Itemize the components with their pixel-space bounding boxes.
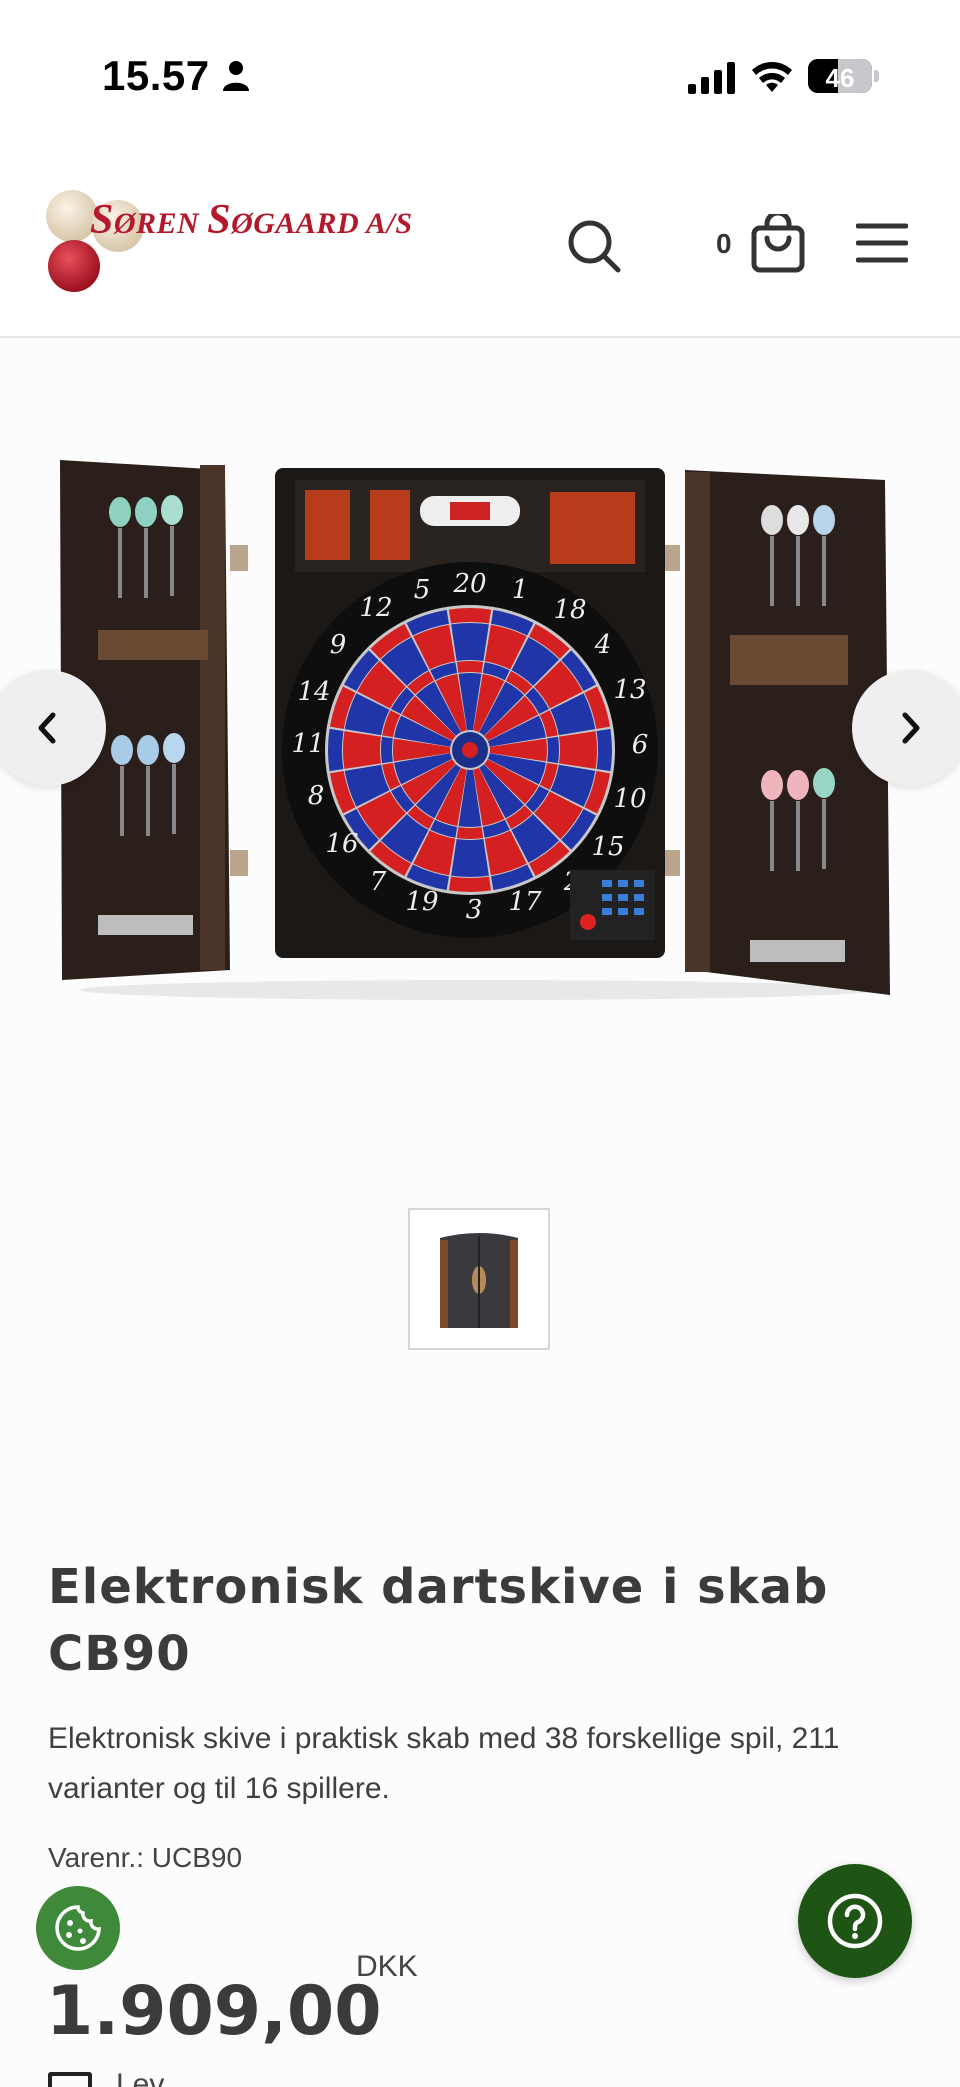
dartboard-segment xyxy=(559,731,598,769)
battery-tip xyxy=(874,70,879,82)
svg-text:17: 17 xyxy=(508,887,542,917)
gallery-next-button[interactable] xyxy=(852,670,960,786)
gallery-thumbnail[interactable] xyxy=(408,1208,550,1350)
product-sku: Varenr.: UCB90 xyxy=(48,1842,243,1873)
svg-text:12: 12 xyxy=(359,593,392,623)
product-price: 1.909,00 xyxy=(46,1972,382,2051)
person-icon xyxy=(223,61,249,91)
svg-text:13: 13 xyxy=(613,675,646,705)
dartboard-segment xyxy=(380,736,393,764)
product-title: Elektronisk dartskive i skab CB90 xyxy=(48,1559,829,1682)
cart-count[interactable]: 0 xyxy=(716,228,732,260)
svg-text:3: 3 xyxy=(466,895,483,925)
dartboard-segment xyxy=(448,608,492,624)
svg-text:7: 7 xyxy=(370,867,387,897)
dartboard-segment xyxy=(448,876,492,892)
dartboard-segment xyxy=(547,736,559,764)
svg-text:19: 19 xyxy=(405,887,438,917)
svg-text:4: 4 xyxy=(594,630,612,660)
svg-text:15: 15 xyxy=(591,832,624,862)
dartboard-segment xyxy=(451,839,489,877)
product-description: Elektronisk skive i praktisk skab med 38… xyxy=(48,1722,840,1805)
svg-text:14: 14 xyxy=(297,677,330,707)
dartboard-segment xyxy=(343,731,381,769)
chevron-right-icon xyxy=(902,712,920,744)
cookie-settings-button[interactable] xyxy=(36,1886,120,1970)
svg-text:6: 6 xyxy=(632,730,649,760)
svg-text:1: 1 xyxy=(512,575,529,605)
svg-text:5: 5 xyxy=(414,575,431,605)
svg-text:20: 20 xyxy=(452,569,486,599)
chevron-left-icon xyxy=(38,712,56,744)
menu-icon[interactable] xyxy=(856,220,908,266)
site-header: SØREN SØGAARD A/S 0 xyxy=(0,140,960,338)
svg-text:9: 9 xyxy=(330,630,347,660)
logo[interactable]: SØREN SØGAARD A/S xyxy=(44,182,434,300)
svg-text:18: 18 xyxy=(553,595,586,625)
help-icon xyxy=(827,1893,883,1949)
dartboard-segment xyxy=(596,728,612,772)
svg-text:10: 10 xyxy=(613,784,646,814)
svg-text:11: 11 xyxy=(291,729,324,759)
cellular-signal-icon xyxy=(688,62,735,94)
thumbnail-image xyxy=(440,1233,518,1328)
dartboard-segment xyxy=(451,623,489,661)
search-icon[interactable] xyxy=(566,218,622,274)
svg-text:16: 16 xyxy=(325,829,358,859)
help-button[interactable] xyxy=(798,1864,912,1978)
cart-icon[interactable] xyxy=(750,214,806,274)
status-bar: 15.57 46 xyxy=(0,0,960,140)
shipping-info: Lev... xyxy=(116,2068,188,2087)
price-currency: DKK xyxy=(356,1950,418,1983)
dartboard-segment xyxy=(328,728,344,772)
dartboard-segment xyxy=(456,827,484,839)
cookie-icon xyxy=(55,1905,101,1951)
logo-text: SØREN SØGAARD A/S xyxy=(90,197,413,243)
delivery-icon xyxy=(48,2072,92,2087)
product-image[interactable]: 20 1 18 4 13 6 10 15 2 17 3 19 7 16 8 11… xyxy=(50,450,910,1010)
product-gallery: 20 1 18 4 13 6 10 15 2 17 3 19 7 16 8 11… xyxy=(0,340,960,1350)
wifi-icon xyxy=(752,62,792,92)
battery-level: 46 xyxy=(825,63,855,93)
dartboard-segment xyxy=(456,661,484,673)
battery-icon: 46 xyxy=(808,59,872,93)
svg-text:8: 8 xyxy=(308,781,325,811)
status-time: 15.57 xyxy=(102,52,210,99)
